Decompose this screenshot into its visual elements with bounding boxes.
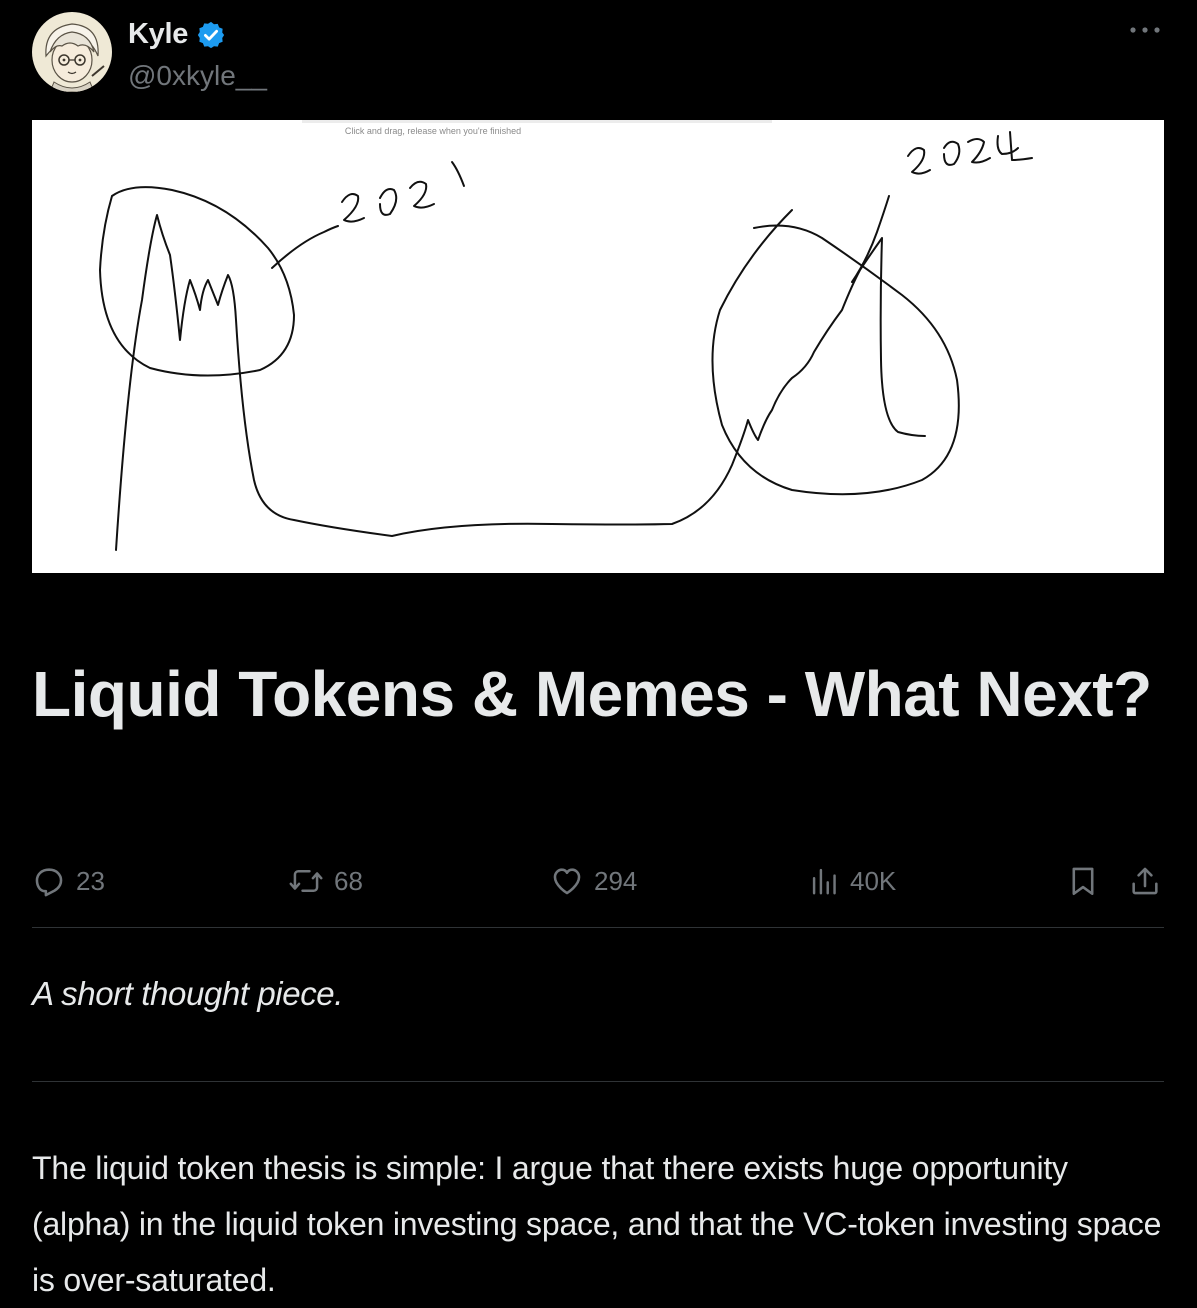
like-button[interactable]: 294: [550, 864, 637, 898]
verified-badge-icon: [196, 20, 226, 50]
pointer-2021: [271, 225, 339, 269]
views-icon: [812, 868, 836, 895]
action-bar: 23 68 294 40K: [32, 858, 1164, 906]
share-icon: [1132, 867, 1158, 895]
article-title[interactable]: Liquid Tokens & Memes - What Next?: [32, 650, 1164, 738]
repost-button[interactable]: 68: [288, 864, 363, 898]
price-line: [115, 214, 926, 551]
author-name-row: Kyle: [128, 18, 226, 51]
circle-2024: [711, 209, 960, 496]
views-button[interactable]: 40K: [810, 864, 896, 898]
more-options-button[interactable]: [1125, 16, 1165, 44]
tweet-header: Kyle @0xkyle__: [32, 12, 1165, 94]
bookmark-button[interactable]: [1066, 864, 1100, 898]
reply-button[interactable]: 23: [32, 864, 105, 898]
reply-icon: [35, 868, 63, 897]
divider-top: [32, 927, 1164, 928]
views-count: 40K: [850, 865, 897, 896]
reply-count: 23: [76, 865, 105, 896]
cover-image[interactable]: Click and drag, release when you're fini…: [32, 120, 1164, 573]
avatar[interactable]: [32, 12, 112, 92]
share-button[interactable]: [1128, 864, 1162, 898]
price-sketch-drawing: [99, 131, 1033, 551]
annotation-2021-sketch: [341, 161, 465, 223]
repost-icon: [289, 870, 323, 892]
heart-icon: [553, 868, 581, 895]
annotation-2024-sketch: [907, 131, 1033, 175]
divider-bottom: [32, 1081, 1164, 1082]
author-handle[interactable]: @0xkyle__: [128, 60, 267, 92]
author-name[interactable]: Kyle: [128, 18, 188, 51]
like-count: 294: [594, 865, 638, 896]
repost-count: 68: [334, 865, 363, 896]
more-horizontal-icon: [1130, 27, 1160, 33]
article-body: The liquid token thesis is simple: I arg…: [32, 1150, 1162, 1298]
article-subtitle: A short thought piece.: [32, 975, 344, 1012]
bookmark-icon: [1072, 867, 1094, 896]
pointer-2024: [851, 195, 890, 283]
circle-2021: [99, 186, 295, 377]
